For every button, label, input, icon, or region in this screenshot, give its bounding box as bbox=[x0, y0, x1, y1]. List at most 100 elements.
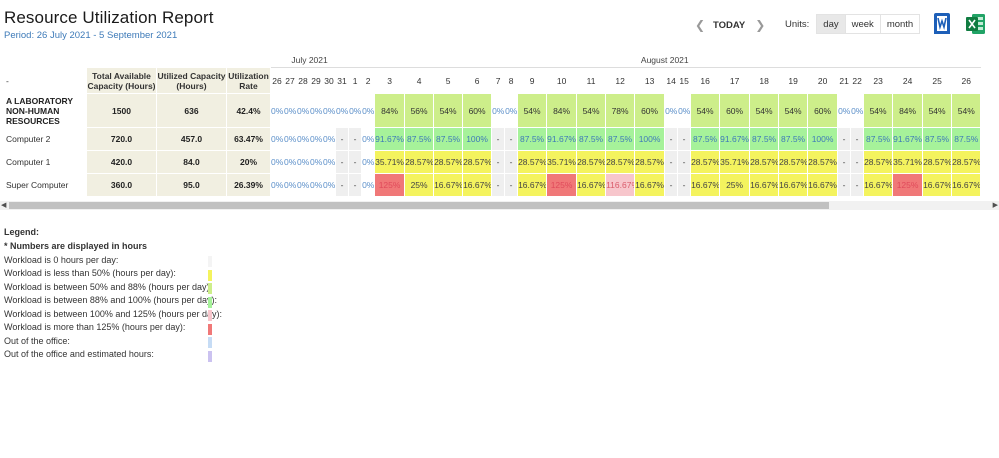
workload-cell[interactable]: 28.57% bbox=[576, 150, 607, 174]
workload-cell[interactable]: 16.67% bbox=[749, 173, 780, 197]
workload-cell[interactable]: - bbox=[504, 127, 519, 151]
workload-cell[interactable]: 60% bbox=[719, 93, 751, 128]
workload-cell[interactable]: 0% bbox=[270, 93, 284, 128]
workload-cell[interactable]: 0% bbox=[296, 93, 310, 128]
workload-cell[interactable]: 0% bbox=[361, 127, 376, 151]
workload-cell[interactable]: - bbox=[334, 127, 350, 151]
workload-cell[interactable]: 0% bbox=[491, 93, 506, 128]
workload-cell[interactable]: 0% bbox=[296, 150, 310, 174]
workload-cell[interactable]: 0% bbox=[850, 93, 865, 128]
workload-cell[interactable]: 25% bbox=[719, 173, 751, 197]
excel-icon[interactable] bbox=[965, 12, 987, 36]
workload-cell[interactable]: 28.57% bbox=[433, 150, 464, 174]
workload-cell[interactable]: 56% bbox=[404, 93, 435, 128]
unit-week-button[interactable]: week bbox=[844, 14, 881, 34]
workload-cell[interactable]: - bbox=[491, 127, 506, 151]
today-button[interactable]: TODAY bbox=[713, 20, 745, 31]
workload-cell[interactable]: - bbox=[504, 150, 519, 174]
workload-cell[interactable]: - bbox=[664, 150, 679, 174]
workload-cell[interactable]: 28.57% bbox=[922, 150, 953, 174]
workload-cell[interactable]: 87.5% bbox=[576, 127, 607, 151]
workload-cell[interactable]: 78% bbox=[605, 93, 636, 128]
workload-cell[interactable]: 84% bbox=[892, 93, 924, 128]
workload-cell[interactable]: 100% bbox=[462, 127, 493, 151]
workload-cell[interactable]: 28.57% bbox=[807, 150, 839, 174]
workload-cell[interactable]: - bbox=[348, 150, 363, 174]
workload-cell[interactable]: 54% bbox=[576, 93, 607, 128]
unit-day-button[interactable]: day bbox=[816, 14, 846, 34]
workload-cell[interactable]: 0% bbox=[361, 93, 376, 128]
workload-cell[interactable]: 0% bbox=[677, 93, 692, 128]
workload-cell[interactable]: 0% bbox=[283, 93, 297, 128]
workload-cell[interactable]: 0% bbox=[361, 150, 376, 174]
workload-cell[interactable]: 125% bbox=[374, 173, 406, 197]
workload-cell[interactable]: 54% bbox=[433, 93, 464, 128]
workload-cell[interactable]: - bbox=[677, 150, 692, 174]
workload-cell[interactable]: - bbox=[850, 150, 865, 174]
workload-cell[interactable]: 0% bbox=[504, 93, 519, 128]
workload-cell[interactable]: 54% bbox=[951, 93, 982, 128]
workload-cell[interactable]: 54% bbox=[863, 93, 894, 128]
workload-cell[interactable]: 16.67% bbox=[517, 173, 548, 197]
workload-cell[interactable]: 28.57% bbox=[605, 150, 636, 174]
workload-cell[interactable]: - bbox=[677, 127, 692, 151]
chevron-left-icon[interactable]: ❮ bbox=[693, 18, 707, 32]
workload-cell[interactable]: - bbox=[334, 173, 350, 197]
workload-cell[interactable]: 116.67% bbox=[605, 173, 636, 197]
workload-cell[interactable]: 0% bbox=[309, 93, 323, 128]
workload-cell[interactable]: 35.71% bbox=[892, 150, 924, 174]
workload-cell[interactable]: 0% bbox=[361, 173, 376, 197]
workload-cell[interactable]: 84% bbox=[546, 93, 578, 128]
workload-cell[interactable]: 91.67% bbox=[719, 127, 751, 151]
workload-cell[interactable]: 28.57% bbox=[749, 150, 780, 174]
workload-cell[interactable]: 16.67% bbox=[807, 173, 839, 197]
workload-cell[interactable]: - bbox=[677, 173, 692, 197]
chevron-right-icon[interactable]: ❯ bbox=[753, 18, 767, 32]
workload-cell[interactable]: 0% bbox=[348, 93, 363, 128]
workload-cell[interactable]: 16.67% bbox=[863, 173, 894, 197]
workload-cell[interactable]: 60% bbox=[462, 93, 493, 128]
workload-cell[interactable]: 35.71% bbox=[546, 150, 578, 174]
workload-cell[interactable]: - bbox=[850, 127, 865, 151]
workload-cell[interactable]: 54% bbox=[517, 93, 548, 128]
workload-cell[interactable]: 0% bbox=[270, 150, 284, 174]
workload-cell[interactable]: 100% bbox=[634, 127, 666, 151]
workload-cell[interactable]: 0% bbox=[270, 173, 284, 197]
workload-cell[interactable]: 0% bbox=[322, 150, 336, 174]
workload-cell[interactable]: 28.57% bbox=[951, 150, 982, 174]
workload-cell[interactable]: 60% bbox=[634, 93, 666, 128]
workload-cell[interactable]: 87.5% bbox=[605, 127, 636, 151]
workload-cell[interactable]: 0% bbox=[270, 127, 284, 151]
workload-cell[interactable]: 87.5% bbox=[863, 127, 894, 151]
workload-cell[interactable]: 100% bbox=[807, 127, 839, 151]
workload-cell[interactable]: 0% bbox=[296, 127, 310, 151]
workload-cell[interactable]: - bbox=[850, 173, 865, 197]
workload-cell[interactable]: - bbox=[837, 150, 852, 174]
workload-cell[interactable]: 54% bbox=[690, 93, 721, 128]
workload-cell[interactable]: 84% bbox=[374, 93, 406, 128]
workload-cell[interactable]: 16.67% bbox=[778, 173, 809, 197]
workload-cell[interactable]: - bbox=[348, 127, 363, 151]
workload-cell[interactable]: - bbox=[837, 127, 852, 151]
workload-cell[interactable]: 125% bbox=[546, 173, 578, 197]
workload-cell[interactable]: - bbox=[348, 173, 363, 197]
workload-cell[interactable]: 0% bbox=[837, 93, 852, 128]
workload-cell[interactable]: 87.5% bbox=[517, 127, 548, 151]
workload-cell[interactable]: 91.67% bbox=[892, 127, 924, 151]
workload-cell[interactable]: 16.67% bbox=[576, 173, 607, 197]
workload-cell[interactable]: 28.57% bbox=[778, 150, 809, 174]
workload-cell[interactable]: - bbox=[664, 173, 679, 197]
workload-cell[interactable]: 0% bbox=[296, 173, 310, 197]
workload-cell[interactable]: 0% bbox=[322, 93, 336, 128]
workload-cell[interactable]: 0% bbox=[322, 127, 336, 151]
workload-cell[interactable]: 87.5% bbox=[951, 127, 982, 151]
workload-cell[interactable]: 16.67% bbox=[922, 173, 953, 197]
workload-cell[interactable]: 54% bbox=[922, 93, 953, 128]
workload-cell[interactable]: 35.71% bbox=[719, 150, 751, 174]
workload-cell[interactable]: 16.67% bbox=[462, 173, 493, 197]
workload-cell[interactable]: 0% bbox=[309, 173, 323, 197]
workload-cell[interactable]: 87.5% bbox=[690, 127, 721, 151]
workload-cell[interactable]: - bbox=[334, 150, 350, 174]
workload-cell[interactable]: 16.67% bbox=[951, 173, 982, 197]
workload-cell[interactable]: 0% bbox=[664, 93, 679, 128]
